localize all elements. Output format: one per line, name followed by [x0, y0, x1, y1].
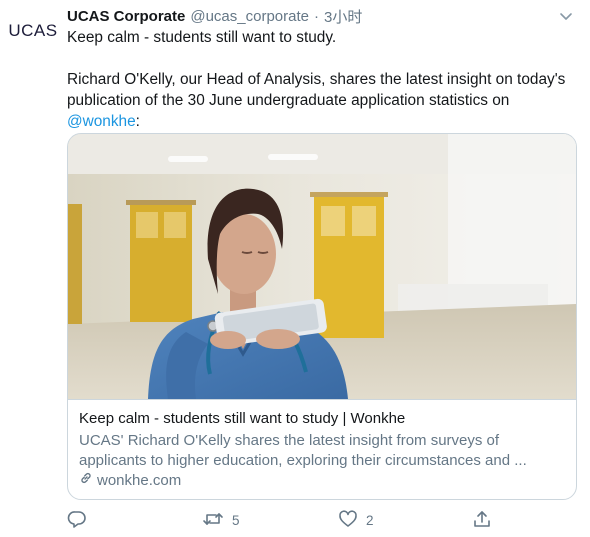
tweet-actions: 5 2	[67, 508, 507, 532]
share-button[interactable]	[472, 508, 492, 532]
reply-button[interactable]	[67, 508, 95, 532]
tweet-text-body: Richard O'Kelly, our Head of Analysis, s…	[67, 71, 566, 109]
card-description: UCAS' Richard O'Kelly shares the latest …	[79, 432, 527, 469]
retweet-count: 5	[232, 512, 240, 528]
avatar-logo-text: UCAS	[8, 21, 58, 40]
like-icon	[338, 509, 358, 532]
card-title[interactable]: Keep calm - students still want to study…	[79, 409, 565, 429]
tweet-text-paragraph2: Richard O'Kelly, our Head of Analysis, s…	[67, 69, 577, 132]
display-name[interactable]: UCAS Corporate	[67, 8, 185, 25]
timestamp[interactable]: 3小时	[324, 6, 362, 27]
card-domain-text: wonkhe.com	[97, 472, 182, 489]
caret-down-icon[interactable]	[558, 8, 574, 24]
card-image[interactable]	[68, 134, 576, 399]
tweet-text-line1: Keep calm - students still want to study…	[67, 29, 337, 46]
mention-suffix: :	[135, 113, 140, 130]
link-icon	[79, 471, 97, 491]
like-button[interactable]: 2	[338, 508, 374, 532]
tweet-text: Keep calm - students still want to study…	[67, 27, 577, 132]
card-domain: wonkhe.com	[79, 471, 565, 491]
tweet-header: UCAS Corporate @ucas_corporate · 3小时	[67, 6, 362, 26]
nurse-photo	[68, 134, 576, 399]
link-preview-card[interactable]: Keep calm - students still want to study…	[67, 133, 577, 500]
retweet-icon	[202, 509, 224, 532]
like-count: 2	[366, 512, 374, 528]
separator-dot: ·	[313, 7, 319, 25]
share-icon	[472, 509, 492, 532]
user-handle[interactable]: @ucas_corporate	[190, 8, 309, 25]
reply-icon	[67, 509, 87, 532]
avatar[interactable]: UCAS	[8, 6, 58, 56]
retweet-button[interactable]: 5	[202, 508, 240, 532]
card-body: Keep calm - students still want to study…	[68, 399, 576, 499]
mention-link[interactable]: @wonkhe	[67, 113, 136, 130]
